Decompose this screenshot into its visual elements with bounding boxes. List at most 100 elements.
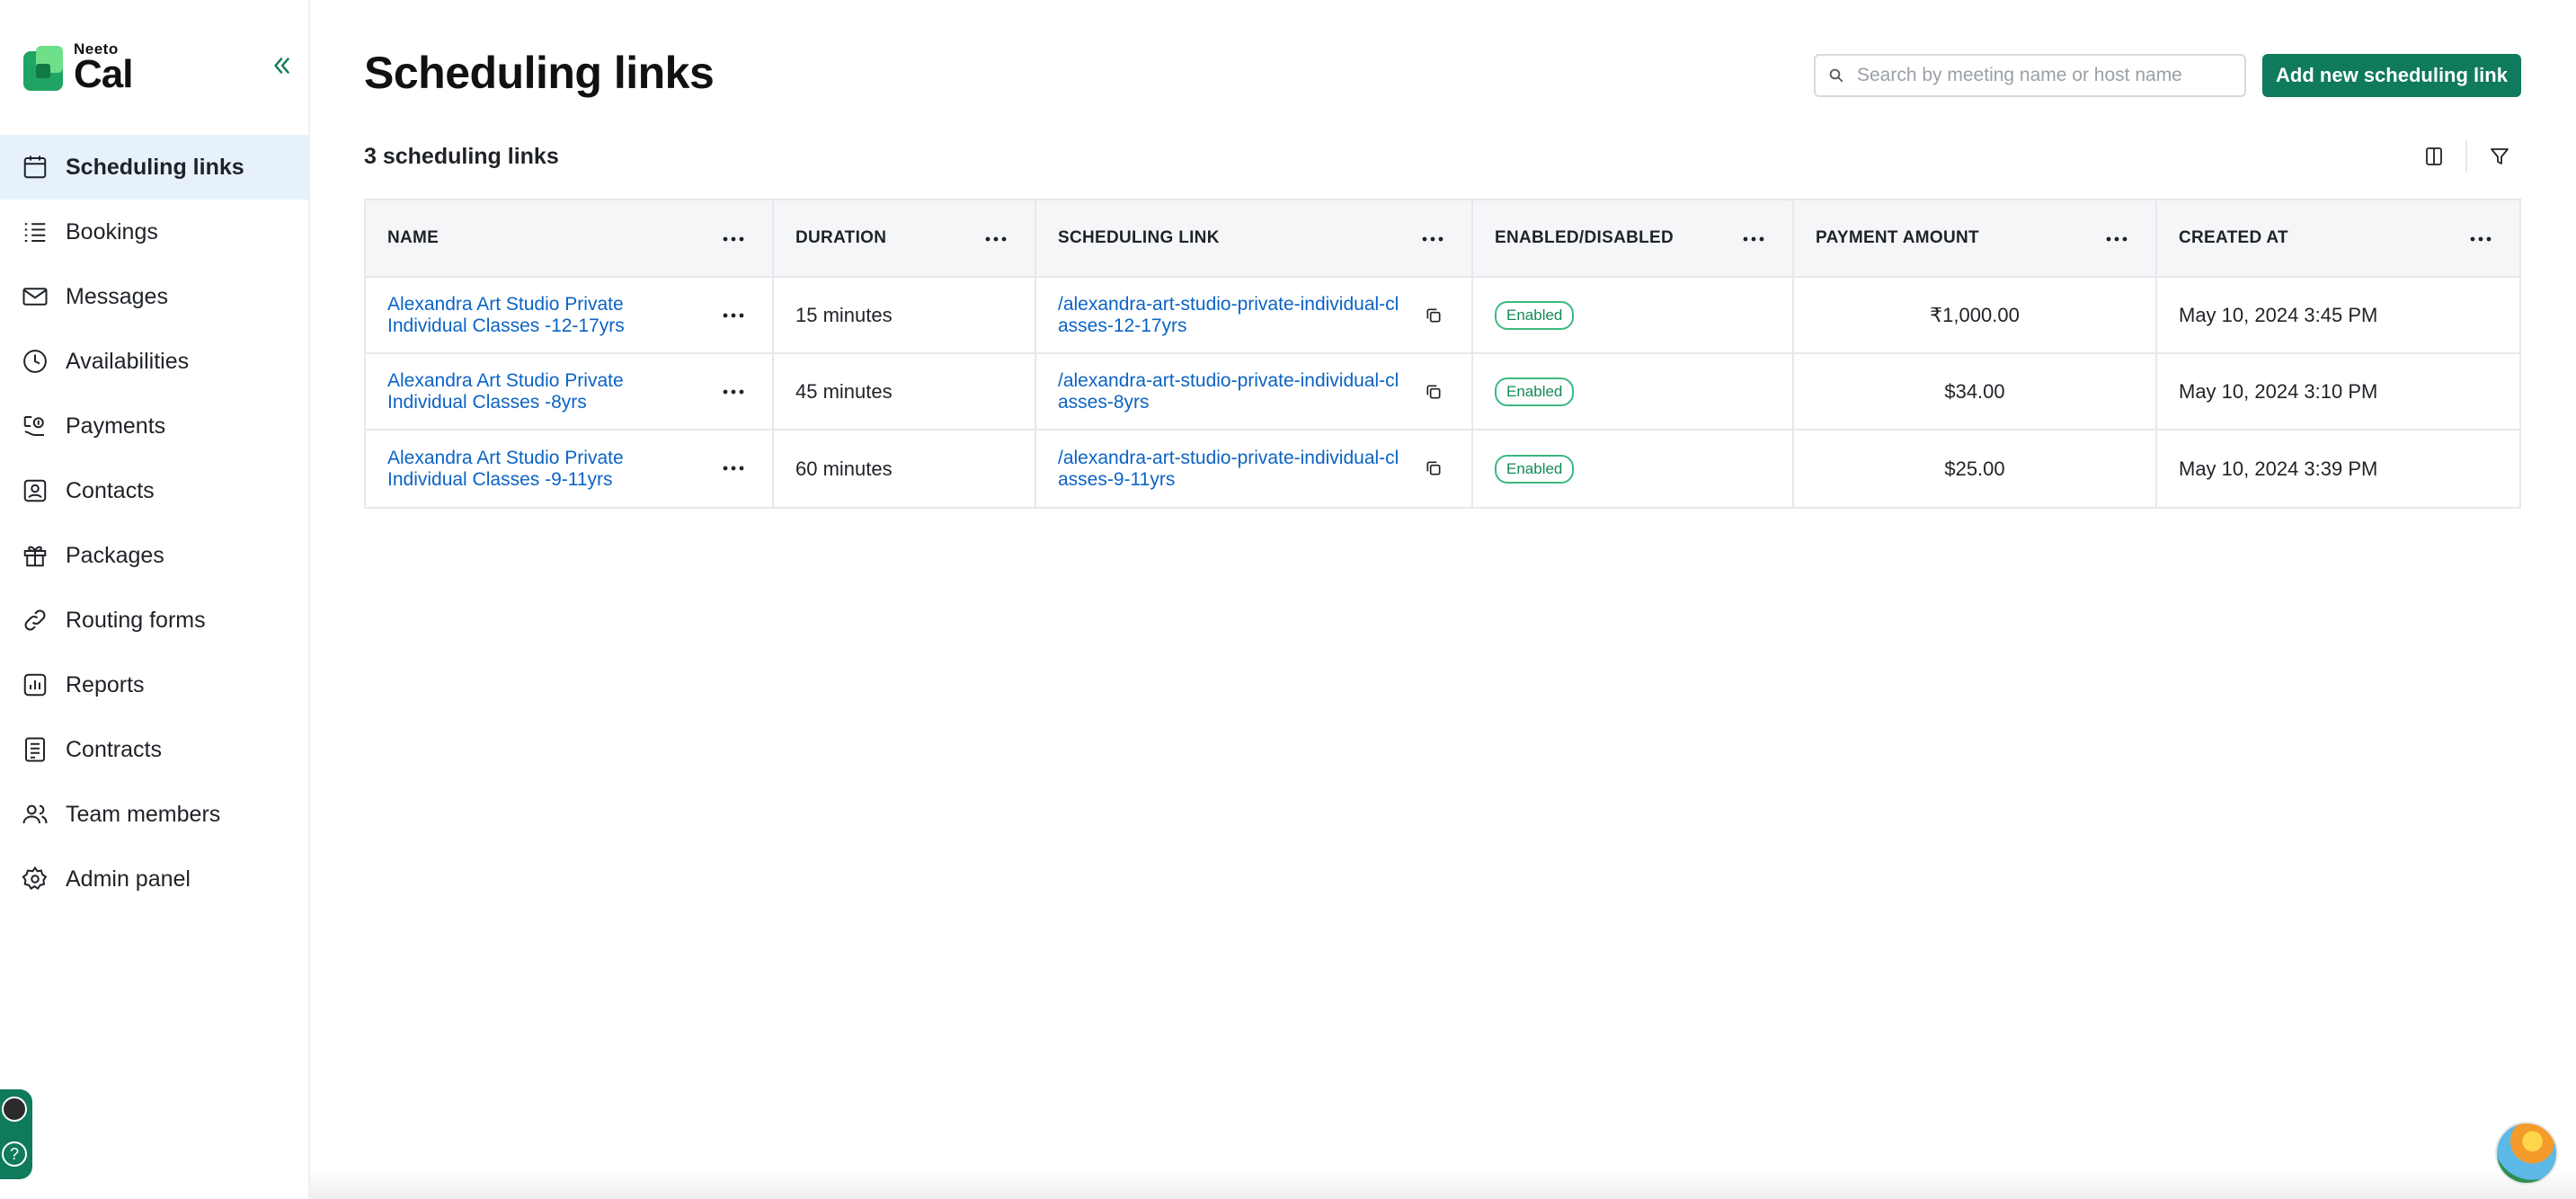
duration-cell: 45 minutes — [774, 354, 1036, 429]
sidebar-item-team-members[interactable]: Team members — [0, 782, 310, 847]
column-header-created-at[interactable]: CREATED AT — [2157, 200, 2519, 276]
chat-widget-avatar[interactable] — [2495, 1122, 2558, 1185]
collapse-sidebar-button[interactable] — [266, 50, 297, 81]
column-header-duration[interactable]: DURATION — [774, 200, 1036, 276]
calendar-icon — [20, 152, 50, 182]
scheduling-links-count: 3 scheduling links — [364, 144, 559, 169]
sidebar-item-label: Team members — [66, 801, 221, 827]
columns-toggle-button[interactable] — [2416, 138, 2452, 174]
created-at-cell: May 10, 2024 3:10 PM — [2179, 379, 2378, 403]
sidebar-item-label: Admin panel — [66, 866, 191, 892]
status-badge: Enabled — [1495, 454, 1575, 484]
payment-icon — [20, 411, 50, 441]
sidebar-item-bookings[interactable]: Bookings — [0, 200, 310, 264]
sidebar-item-routing-forms[interactable]: Routing forms — [0, 588, 310, 653]
sidebar-item-label: Routing forms — [66, 607, 206, 633]
column-header-enabled-disabled[interactable]: ENABLED/DISABLED — [1473, 200, 1794, 276]
scheduling-link-name[interactable]: Alexandra Art Studio Private Individual … — [387, 294, 657, 337]
scheduling-link-name[interactable]: Alexandra Art Studio Private Individual … — [387, 370, 657, 413]
contact-icon — [20, 475, 50, 506]
sidebar-item-admin-panel[interactable]: Admin panel — [0, 847, 310, 911]
table-row: Alexandra Art Studio Private Individual … — [366, 278, 2519, 354]
duration-cell: 60 minutes — [774, 431, 1036, 507]
filter-icon — [2491, 148, 2509, 164]
columns-icon — [2426, 147, 2442, 165]
column-header-scheduling-link[interactable]: SCHEDULING LINK — [1036, 200, 1473, 276]
sidebar-item-label: Packages — [66, 542, 164, 568]
sidebar-item-label: Payments — [66, 413, 166, 439]
scheduling-links-table: NAME DURATION SCHEDULING LINK ENABLED/DI… — [364, 199, 2521, 509]
column-menu-icon[interactable] — [982, 226, 1009, 253]
column-header-name[interactable]: NAME — [366, 200, 774, 276]
sidebar-item-packages[interactable]: Packages — [0, 523, 310, 588]
scheduling-link-url[interactable]: /alexandra-art-studio-private-individual… — [1058, 294, 1408, 337]
sidebar-item-label: Scheduling links — [66, 154, 244, 180]
users-icon — [20, 799, 50, 830]
sidebar-item-label: Availabilities — [66, 348, 190, 374]
created-at-cell: May 10, 2024 3:39 PM — [2179, 457, 2378, 480]
page-title: Scheduling links — [364, 48, 715, 98]
table-row: Alexandra Art Studio Private Individual … — [366, 354, 2519, 431]
toolbar-divider — [2465, 140, 2467, 173]
mail-icon — [20, 281, 50, 312]
row-actions-icon[interactable] — [720, 378, 747, 405]
column-menu-icon[interactable] — [720, 226, 747, 253]
bottom-shade — [310, 1168, 2576, 1199]
sidebar-item-availabilities[interactable]: Availabilities — [0, 329, 310, 394]
scheduling-link-url[interactable]: /alexandra-art-studio-private-individual… — [1058, 448, 1408, 491]
filter-button[interactable] — [2482, 138, 2518, 174]
profile-avatar[interactable] — [2, 1097, 27, 1122]
copy-icon[interactable] — [1421, 456, 1446, 481]
table-row: Alexandra Art Studio Private Individual … — [366, 431, 2519, 507]
app-logo[interactable]: Neeto Cal — [23, 41, 133, 96]
sidebar-item-label: Reports — [66, 671, 145, 697]
report-icon — [20, 670, 50, 700]
created-at-cell: May 10, 2024 3:45 PM — [2179, 303, 2378, 326]
scheduling-link-url[interactable]: /alexandra-art-studio-private-individual… — [1058, 370, 1408, 413]
double-chevron-left-icon — [274, 58, 289, 74]
sidebar-nav: Scheduling links Bookings Messages Avail… — [0, 135, 310, 911]
row-actions-icon[interactable] — [720, 455, 747, 482]
sidebar-item-contracts[interactable]: Contracts — [0, 717, 310, 782]
duration-cell: 15 minutes — [774, 278, 1036, 352]
logo-mark-icon — [23, 45, 63, 91]
copy-icon[interactable] — [1421, 303, 1446, 328]
column-menu-icon[interactable] — [2467, 226, 2494, 253]
column-header-payment-amount[interactable]: PAYMENT AMOUNT — [1794, 200, 2157, 276]
column-menu-icon[interactable] — [1740, 226, 1767, 253]
sidebar-item-contacts[interactable]: Contacts — [0, 458, 310, 523]
sidebar-item-label: Bookings — [66, 218, 158, 244]
gear-icon — [20, 864, 50, 894]
link-icon — [20, 605, 50, 635]
status-badge: Enabled — [1495, 300, 1575, 330]
logo-big-text: Cal — [74, 52, 133, 96]
scheduling-link-name[interactable]: Alexandra Art Studio Private Individual … — [387, 448, 657, 491]
sidebar-item-reports[interactable]: Reports — [0, 653, 310, 717]
sidebar-item-messages[interactable]: Messages — [0, 264, 310, 329]
document-icon — [20, 734, 50, 765]
sidebar: Neeto Cal Scheduling links Bookings Mess… — [0, 0, 310, 1199]
payment-amount-cell: $25.00 — [1794, 431, 2157, 507]
search-icon — [1829, 68, 1843, 83]
sidebar-item-payments[interactable]: Payments — [0, 394, 310, 458]
help-icon[interactable]: ? — [2, 1141, 27, 1167]
sidebar-item-label: Contacts — [66, 477, 155, 503]
search-box[interactable] — [1814, 54, 2246, 97]
payment-amount-cell: ₹1,000.00 — [1794, 278, 2157, 352]
add-scheduling-link-button[interactable]: Add new scheduling link — [2262, 54, 2521, 97]
clock-icon — [20, 346, 50, 377]
list-icon — [20, 217, 50, 247]
table-header: NAME DURATION SCHEDULING LINK ENABLED/DI… — [366, 200, 2519, 278]
status-badge: Enabled — [1495, 377, 1575, 406]
column-menu-icon[interactable] — [2103, 226, 2130, 253]
gift-icon — [20, 540, 50, 571]
search-input[interactable] — [1857, 65, 2216, 86]
help-widget: ? — [0, 1089, 32, 1179]
sidebar-item-label: Contracts — [66, 736, 162, 762]
row-actions-icon[interactable] — [720, 302, 747, 329]
copy-icon[interactable] — [1421, 379, 1446, 404]
sidebar-item-label: Messages — [66, 283, 168, 309]
payment-amount-cell: $34.00 — [1794, 354, 2157, 429]
column-menu-icon[interactable] — [1419, 226, 1446, 253]
sidebar-item-scheduling-links[interactable]: Scheduling links — [0, 135, 310, 200]
